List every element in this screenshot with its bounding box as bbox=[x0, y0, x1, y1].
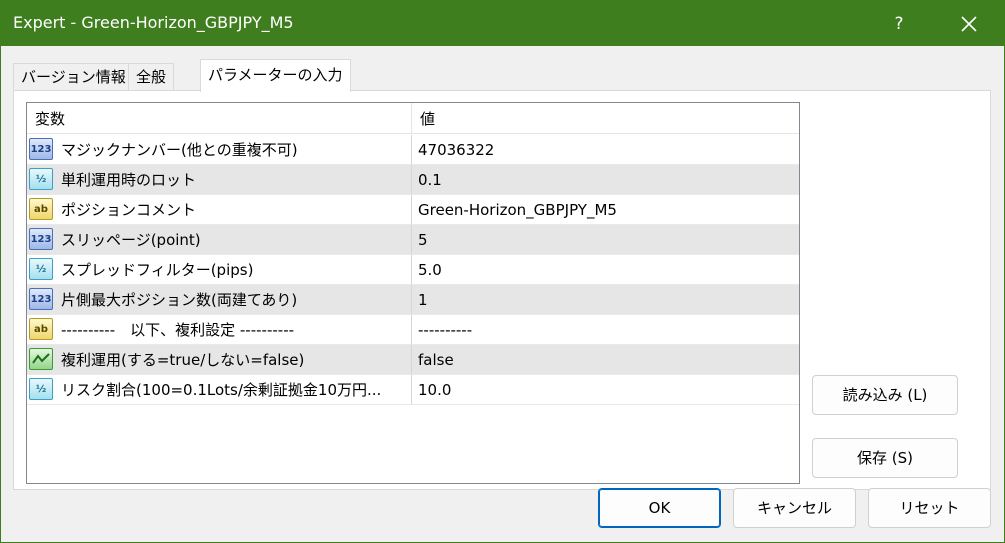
parameter-name-text: マジックナンバー(他との重複不可) bbox=[61, 141, 298, 159]
int-type-icon: 123 bbox=[29, 228, 53, 250]
parameter-row[interactable]: ab ポジションコメント Green-Horizon_GBPJPY_M5 bbox=[27, 195, 799, 225]
parameter-name: ½ リスク割合(100=0.1Lots/余剰証拠金10万円... bbox=[27, 375, 412, 404]
reset-button[interactable]: リセット bbox=[868, 488, 991, 528]
column-header-variable[interactable]: 変数 bbox=[27, 103, 412, 134]
expert-dialog: Expert - Green-Horizon_GBPJPY_M5 ? バージョン… bbox=[0, 0, 1005, 543]
parameter-row[interactable]: 123 スリッページ(point) 5 bbox=[27, 225, 799, 255]
parameter-row[interactable]: ½ リスク割合(100=0.1Lots/余剰証拠金10万円... 10.0 bbox=[27, 375, 799, 405]
cancel-button[interactable]: キャンセル bbox=[733, 488, 856, 528]
close-icon bbox=[961, 16, 977, 32]
parameter-name: ½ スプレッドフィルター(pips) bbox=[27, 255, 412, 284]
parameter-name: ½ 単利運用時のロット bbox=[27, 165, 412, 194]
parameter-row[interactable]: 複利運用(する=true/しない=false) false bbox=[27, 345, 799, 375]
parameter-value[interactable]: 5.0 bbox=[412, 255, 799, 284]
save-button[interactable]: 保存 (S) bbox=[812, 438, 958, 478]
int-type-icon: 123 bbox=[29, 138, 53, 160]
double-type-icon: ½ bbox=[29, 258, 53, 280]
parameters-grid: 変数 値 123 マジックナンバー(他との重複不可) 47036322 ½ 単利運用時の… bbox=[26, 102, 800, 484]
title-bar: Expert - Green-Horizon_GBPJPY_M5 ? bbox=[1, 1, 1004, 46]
tab-version-info[interactable]: バージョン情報 bbox=[13, 63, 134, 91]
parameter-name-text: 複利運用(する=true/しない=false) bbox=[61, 351, 305, 369]
parameter-row[interactable]: ½ 単利運用時のロット 0.1 bbox=[27, 165, 799, 195]
parameter-value[interactable]: Green-Horizon_GBPJPY_M5 bbox=[412, 195, 799, 224]
double-type-icon: ½ bbox=[29, 168, 53, 190]
string-type-icon: ab bbox=[29, 318, 53, 340]
parameter-name: 123 スリッページ(point) bbox=[27, 225, 412, 254]
tab-general[interactable]: 全般 bbox=[128, 63, 175, 91]
parameter-name-text: スプレッドフィルター(pips) bbox=[61, 261, 254, 279]
tab-input-parameters[interactable]: パラメーターの入力 bbox=[200, 59, 351, 92]
close-button[interactable] bbox=[949, 9, 989, 39]
parameter-name-text: リスク割合(100=0.1Lots/余剰証拠金10万円... bbox=[61, 381, 382, 399]
parameter-row[interactable]: ½ スプレッドフィルター(pips) 5.0 bbox=[27, 255, 799, 285]
int-type-icon: 123 bbox=[29, 288, 53, 310]
double-type-icon: ½ bbox=[29, 378, 53, 400]
load-button[interactable]: 読み込み (L) bbox=[812, 375, 958, 415]
parameter-row[interactable]: ab ---------- 以下、複利設定 ---------- ---------… bbox=[27, 315, 799, 345]
parameter-name: ab ポジションコメント bbox=[27, 195, 412, 224]
parameter-row[interactable]: 123 片側最大ポジション数(両建てあり) 1 bbox=[27, 285, 799, 315]
parameter-row[interactable]: 123 マジックナンバー(他との重複不可) 47036322 bbox=[27, 135, 799, 165]
parameter-name-text: 片側最大ポジション数(両建てあり) bbox=[61, 291, 298, 309]
parameter-name-text: ポジションコメント bbox=[61, 201, 197, 219]
bool-type-icon bbox=[29, 348, 53, 370]
parameter-value[interactable]: 5 bbox=[412, 225, 799, 254]
window-title: Expert - Green-Horizon_GBPJPY_M5 bbox=[13, 13, 294, 32]
parameter-value[interactable]: false bbox=[412, 345, 799, 374]
parameter-name-text: 単利運用時のロット bbox=[61, 171, 197, 189]
parameter-value[interactable]: 0.1 bbox=[412, 165, 799, 194]
parameter-name-text: スリッページ(point) bbox=[61, 231, 201, 249]
parameter-name: ab ---------- 以下、複利設定 ---------- bbox=[27, 315, 412, 344]
help-button[interactable]: ? bbox=[881, 9, 917, 39]
grid-header: 変数 値 bbox=[27, 103, 799, 134]
parameter-value[interactable]: ---------- bbox=[412, 315, 799, 344]
column-header-value[interactable]: 値 bbox=[412, 103, 799, 134]
parameter-name: 123 片側最大ポジション数(両建てあり) bbox=[27, 285, 412, 314]
help-icon: ? bbox=[894, 14, 904, 34]
parameter-value[interactable]: 47036322 bbox=[412, 135, 799, 164]
parameter-value[interactable]: 10.0 bbox=[412, 375, 799, 404]
parameter-value[interactable]: 1 bbox=[412, 285, 799, 314]
string-type-icon: ab bbox=[29, 198, 53, 220]
parameter-name: 123 マジックナンバー(他との重複不可) bbox=[27, 135, 412, 164]
parameter-name: 複利運用(する=true/しない=false) bbox=[27, 345, 412, 374]
parameter-name-text: ---------- 以下、複利設定 ---------- bbox=[61, 321, 295, 339]
ok-button[interactable]: OK bbox=[598, 488, 721, 528]
tab-panel: 変数 値 123 マジックナンバー(他との重複不可) 47036322 ½ 単利運用時の… bbox=[13, 90, 991, 490]
